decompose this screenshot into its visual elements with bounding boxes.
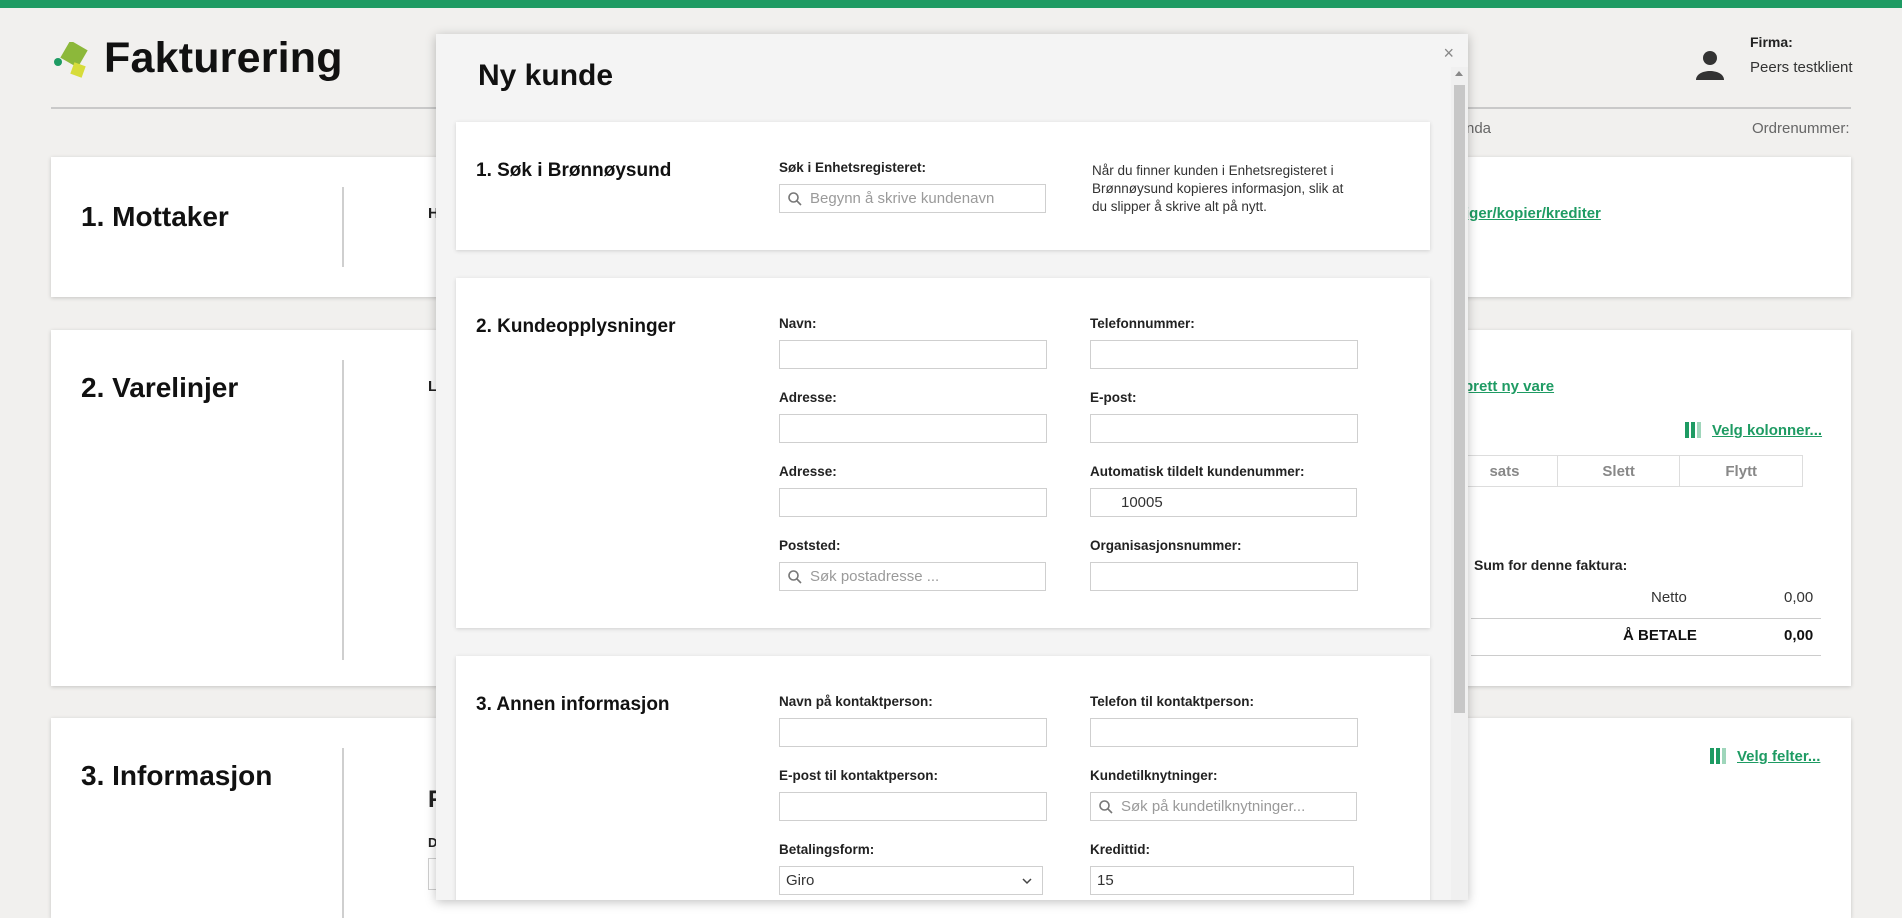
telefon-label: Telefonnummer: bbox=[1090, 316, 1195, 331]
search-icon bbox=[788, 191, 802, 206]
betale-label: Å BETALE bbox=[1623, 627, 1697, 644]
velg-felter-link[interactable]: Velg felter... bbox=[1737, 748, 1820, 765]
search-icon bbox=[1099, 799, 1113, 814]
section-annen-informasjon: 3. Annen informasjon Navn på kontaktpers… bbox=[456, 656, 1430, 900]
navn-input[interactable] bbox=[779, 340, 1047, 369]
orgnr-label: Organisasjonsnummer: bbox=[1090, 538, 1242, 553]
kundenummer-input[interactable]: 10005 bbox=[1090, 488, 1357, 517]
betale-value: 0,00 bbox=[1784, 627, 1814, 644]
opprett-ny-vare-link[interactable]: prett ny vare bbox=[1464, 378, 1554, 395]
kontakt-navn-input[interactable] bbox=[779, 718, 1047, 747]
table-header: sats Slett Flytt bbox=[1451, 455, 1803, 487]
epost-input[interactable] bbox=[1090, 414, 1358, 443]
ny-kunde-dialog: × Ny kunde 1. Søk i Brønnøysund Søk i En… bbox=[436, 34, 1468, 900]
column-header[interactable]: Slett bbox=[1556, 456, 1680, 486]
section-title: 1. Søk i Brønnøysund bbox=[476, 160, 672, 181]
columns-icon bbox=[1685, 422, 1701, 438]
card-title-varelinjer: 2. Varelinjer bbox=[81, 372, 239, 403]
velg-kolonner-link[interactable]: Velg kolonner... bbox=[1712, 422, 1822, 439]
sum-divider bbox=[1471, 618, 1821, 619]
top-accent-bar bbox=[0, 0, 1902, 8]
kundenummer-label: Automatisk tildelt kundenummer: bbox=[1090, 464, 1305, 479]
kontakt-navn-label: Navn på kontaktperson: bbox=[779, 694, 933, 709]
adresse2-label: Adresse: bbox=[779, 464, 837, 479]
netto-label: Netto bbox=[1651, 589, 1687, 606]
kreditt-input[interactable]: 15 bbox=[1090, 866, 1354, 895]
kontakt-epost-label: E-post til kontaktperson: bbox=[779, 768, 939, 783]
brreg-search-label: Søk i Enhetsregisteret: bbox=[779, 160, 927, 175]
firma-value[interactable]: Peers testklient bbox=[1750, 59, 1853, 76]
app-title: Fakturering bbox=[104, 34, 343, 82]
logo-icon bbox=[54, 42, 88, 78]
tilknytning-input[interactable]: Søk på kundetilknytninger... bbox=[1090, 792, 1357, 821]
kundenummer-value: 10005 bbox=[1121, 494, 1163, 511]
scroll-thumb[interactable] bbox=[1454, 85, 1465, 713]
card-divider bbox=[342, 748, 344, 918]
adresse1-label: Adresse: bbox=[779, 390, 837, 405]
section-kundeopplysninger: 2. Kundeopplysninger Navn: Telefonnummer… bbox=[456, 278, 1430, 628]
tilknytning-placeholder: Søk på kundetilknytninger... bbox=[1121, 798, 1306, 815]
poststed-input[interactable]: Søk postadresse ... bbox=[779, 562, 1046, 591]
brreg-help-text: Når du finner kunden i Enhetsregisteret … bbox=[1092, 163, 1344, 214]
column-header[interactable]: Flytt bbox=[1679, 456, 1802, 486]
section-title: 2. Kundeopplysninger bbox=[476, 316, 676, 337]
netto-value: 0,00 bbox=[1784, 589, 1814, 606]
search-icon bbox=[788, 569, 802, 584]
card-title-informasjon: 3. Informasjon bbox=[81, 760, 273, 791]
modal-scrollbar[interactable] bbox=[1451, 67, 1468, 900]
scroll-up-icon[interactable] bbox=[1455, 71, 1463, 76]
close-icon[interactable]: × bbox=[1443, 44, 1454, 62]
card-divider bbox=[342, 187, 344, 267]
brreg-search-input[interactable]: Begynn å skrive kundenavn bbox=[779, 184, 1046, 213]
adresse1-input[interactable] bbox=[779, 414, 1047, 443]
poststed-label: Poststed: bbox=[779, 538, 841, 553]
card-divider bbox=[342, 360, 344, 660]
navn-label: Navn: bbox=[779, 316, 817, 331]
betalingsform-select[interactable]: Giro bbox=[779, 866, 1043, 895]
poststed-placeholder: Søk postadresse ... bbox=[810, 568, 940, 585]
fields-icon bbox=[1710, 748, 1726, 764]
user-icon[interactable] bbox=[1694, 48, 1726, 80]
adresse2-input[interactable] bbox=[779, 488, 1047, 517]
tilknytning-label: Kundetilknytninger: bbox=[1090, 768, 1218, 783]
firma-label: Firma: bbox=[1750, 34, 1793, 50]
kreditt-value: 15 bbox=[1097, 872, 1114, 889]
card-title-mottaker: 1. Mottaker bbox=[81, 201, 229, 232]
kreditt-label: Kredittid: bbox=[1090, 842, 1150, 857]
brreg-search-placeholder: Begynn å skrive kundenavn bbox=[810, 190, 995, 207]
endre-kopier-krediter-link[interactable]: iger/kopier/krediter bbox=[1465, 205, 1601, 222]
sum-divider bbox=[1471, 655, 1821, 656]
betalingsform-label: Betalingsform: bbox=[779, 842, 875, 857]
section-brreg-search: 1. Søk i Brønnøysund Søk i Enhetsregiste… bbox=[456, 122, 1430, 250]
kontakt-tlf-label: Telefon til kontaktperson: bbox=[1090, 694, 1255, 709]
ordrenummer-label: Ordrenummer: bbox=[1752, 120, 1850, 137]
sum-title: Sum for denne faktura: bbox=[1474, 557, 1628, 573]
betalingsform-value: Giro bbox=[786, 872, 815, 889]
modal-title: Ny kunde bbox=[478, 59, 614, 92]
orgnr-input[interactable] bbox=[1090, 562, 1358, 591]
telefon-input[interactable] bbox=[1090, 340, 1358, 369]
kontakt-epost-input[interactable] bbox=[779, 792, 1047, 821]
kontakt-tlf-input[interactable] bbox=[1090, 718, 1358, 747]
chevron-down-icon bbox=[1022, 878, 1032, 885]
epost-label: E-post: bbox=[1090, 390, 1137, 405]
header-fragment-nda: nda bbox=[1466, 120, 1492, 137]
section-title: 3. Annen informasjon bbox=[476, 694, 670, 715]
